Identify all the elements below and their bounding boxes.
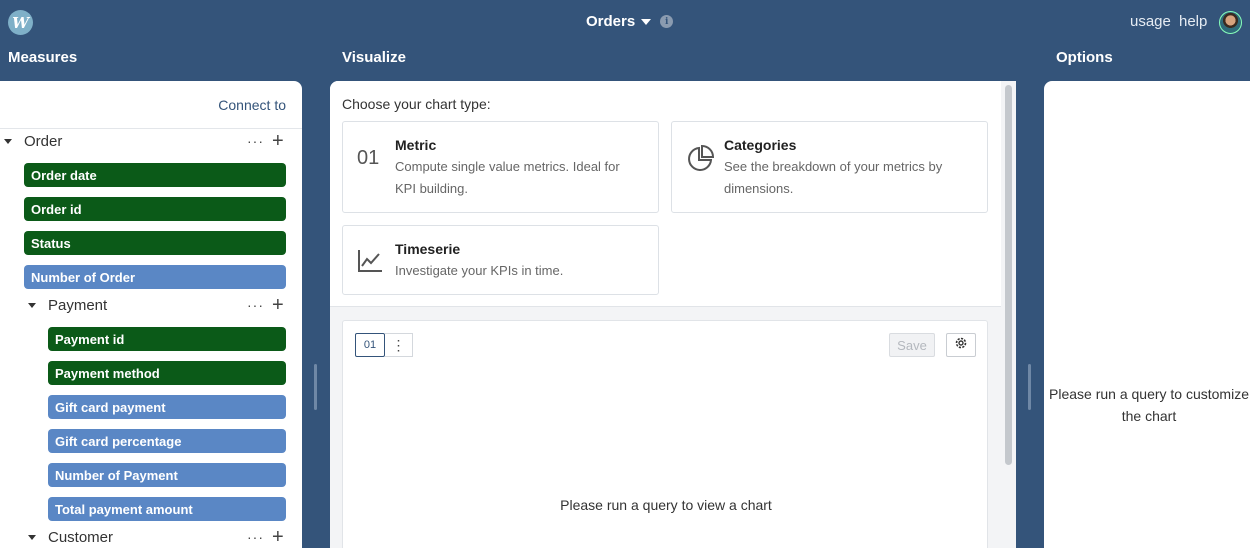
options-message-line: Please run a query to customize	[1049, 386, 1249, 402]
user-avatar[interactable]	[1219, 11, 1242, 34]
card-description: See the breakdown of your metrics by	[724, 159, 943, 174]
usage-link[interactable]: usage	[1130, 13, 1171, 30]
group-label: Customer	[48, 528, 114, 546]
divider	[0, 128, 302, 129]
gear-icon	[954, 336, 968, 355]
card-title: Categories	[724, 137, 797, 153]
line-chart-icon	[357, 249, 383, 278]
measure-pill[interactable]: Number of Payment	[48, 463, 286, 487]
card-title: Metric	[395, 137, 437, 153]
field-pill[interactable]: Order id	[24, 197, 286, 221]
resize-handle[interactable]	[314, 364, 317, 410]
more-options-icon[interactable]: ···	[247, 529, 264, 545]
options-panel: Please run a query to customize the char…	[1044, 81, 1250, 548]
measures-panel: Connect to Order ··· + Order date Order …	[0, 81, 302, 548]
chart-type-metric-card[interactable]: 01 Metric Compute single value metrics. …	[342, 121, 659, 213]
field-pill[interactable]: Payment id	[48, 327, 286, 351]
card-description: Investigate your KPIs in time.	[395, 263, 564, 278]
save-button[interactable]: Save	[889, 333, 935, 357]
help-link[interactable]: help	[1179, 13, 1207, 30]
collapse-triangle-icon[interactable]	[28, 534, 36, 540]
group-label: Order	[24, 132, 63, 150]
visualize-heading: Visualize	[342, 49, 406, 66]
settings-button[interactable]	[946, 333, 976, 357]
measure-pill[interactable]: Number of Order	[24, 265, 286, 289]
card-title: Timeserie	[395, 241, 461, 257]
options-empty-message: Please run a query to customize the char…	[1044, 383, 1250, 427]
scrollbar[interactable]	[1005, 85, 1012, 465]
caret-down-icon	[641, 18, 652, 25]
more-options-icon[interactable]: ···	[247, 133, 264, 149]
options-message-line: the chart	[1121, 408, 1177, 424]
field-pill[interactable]: Payment method	[48, 361, 286, 385]
add-icon[interactable]: +	[272, 131, 284, 151]
options-heading: Options	[1056, 49, 1113, 66]
dataset-title: Orders	[586, 13, 636, 30]
visualize-panel: Choose your chart type: 01 Metric Comput…	[330, 81, 1016, 548]
card-description: KPI building.	[395, 181, 468, 196]
chart-type-chooser: Choose your chart type: 01 Metric Comput…	[330, 81, 1001, 307]
dataset-selector[interactable]: Orders i	[586, 13, 674, 30]
measure-pill[interactable]: Total payment amount	[48, 497, 286, 521]
measure-pill[interactable]: Gift card payment	[48, 395, 286, 419]
chart-area: 01 ⋮ Save Please run a query to view a c…	[342, 320, 988, 548]
app-logo-icon[interactable]: W	[8, 10, 33, 35]
empty-chart-message: Please run a query to view a chart	[560, 497, 772, 513]
add-icon[interactable]: +	[272, 527, 284, 547]
more-options-icon[interactable]: ···	[247, 297, 264, 313]
card-description: Compute single value metrics. Ideal for	[395, 159, 620, 174]
connect-to-link[interactable]: Connect to	[218, 97, 286, 113]
info-icon[interactable]: i	[660, 15, 674, 28]
group-label: Payment	[48, 296, 108, 314]
top-bar: W Orders i usage help	[0, 0, 1250, 44]
field-pill[interactable]: Order date	[24, 163, 286, 187]
chart-type-tag[interactable]: 01	[355, 333, 385, 357]
add-icon[interactable]: +	[272, 295, 284, 315]
chart-type-timeserie-card[interactable]: Timeserie Investigate your KPIs in time.	[342, 225, 659, 295]
card-description: dimensions.	[724, 181, 794, 196]
metric-icon: 01	[357, 147, 380, 169]
field-pill[interactable]: Status	[24, 231, 286, 255]
pie-chart-icon	[686, 144, 715, 178]
choose-chart-label: Choose your chart type:	[342, 96, 491, 112]
collapse-triangle-icon[interactable]	[4, 138, 12, 144]
measures-heading: Measures	[8, 49, 78, 66]
kebab-menu-icon[interactable]: ⋮	[385, 333, 413, 357]
collapse-triangle-icon[interactable]	[28, 302, 36, 308]
resize-handle[interactable]	[1028, 364, 1031, 410]
measure-pill[interactable]: Gift card percentage	[48, 429, 286, 453]
chart-type-categories-card[interactable]: Categories See the breakdown of your met…	[671, 121, 988, 213]
